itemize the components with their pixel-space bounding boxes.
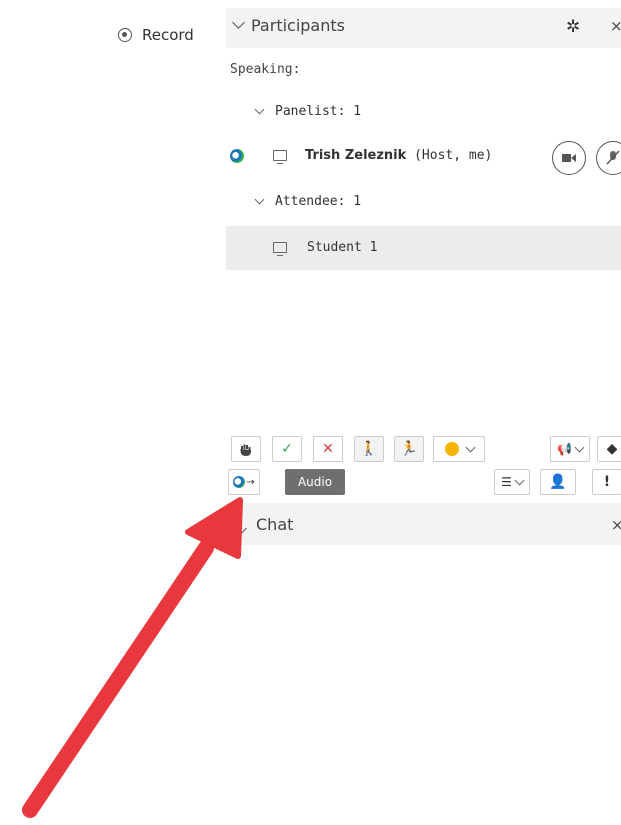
annotation-arrow [22,497,243,818]
